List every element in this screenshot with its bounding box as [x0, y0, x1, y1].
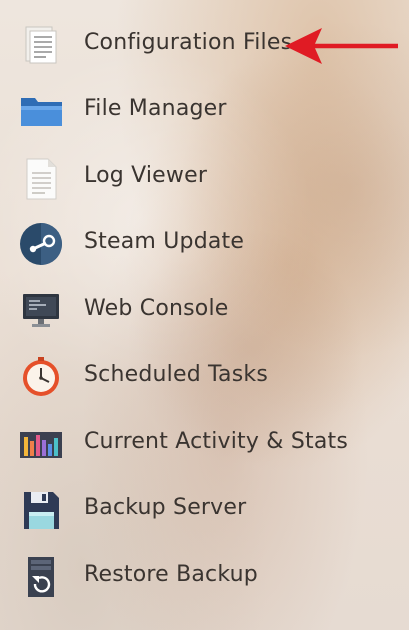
- menu-item-label: Backup Server: [84, 495, 247, 520]
- menu-item-steam-update[interactable]: Steam Update: [0, 215, 409, 275]
- menu-item-label: Configuration Files: [84, 30, 293, 55]
- menu-item-label: Web Console: [84, 296, 229, 321]
- menu-item-label: Restore Backup: [84, 562, 258, 587]
- folder-icon: [21, 98, 62, 126]
- menu-item-label: Steam Update: [84, 229, 245, 254]
- menu-item-restore-backup[interactable]: Restore Backup: [0, 548, 409, 608]
- menu-item-label: Log Viewer: [84, 163, 208, 188]
- console-monitor-icon: [23, 294, 59, 327]
- restore-icon: [28, 557, 54, 597]
- floppy-disk-icon: [24, 492, 59, 529]
- menu-item-backup-server[interactable]: Backup Server: [0, 481, 409, 541]
- clock-icon: [23, 357, 59, 396]
- menu-item-log-viewer[interactable]: Log Viewer: [0, 149, 409, 209]
- menu-item-label: Current Activity & Stats: [84, 429, 348, 454]
- menu-item-label: File Manager: [84, 96, 227, 121]
- log-file-icon: [26, 158, 57, 200]
- menu-item-current-activity-stats[interactable]: Current Activity & Stats: [0, 415, 409, 475]
- bar-chart-icon: [20, 432, 62, 458]
- menu-item-file-manager[interactable]: File Manager: [0, 82, 409, 142]
- red-arrow-annotation: [285, 28, 398, 64]
- document-icon: [25, 26, 57, 64]
- menu-item-scheduled-tasks[interactable]: Scheduled Tasks: [0, 348, 409, 408]
- menu-item-web-console[interactable]: Web Console: [0, 282, 409, 342]
- steam-icon: [20, 223, 62, 265]
- menu-item-label: Scheduled Tasks: [84, 362, 268, 387]
